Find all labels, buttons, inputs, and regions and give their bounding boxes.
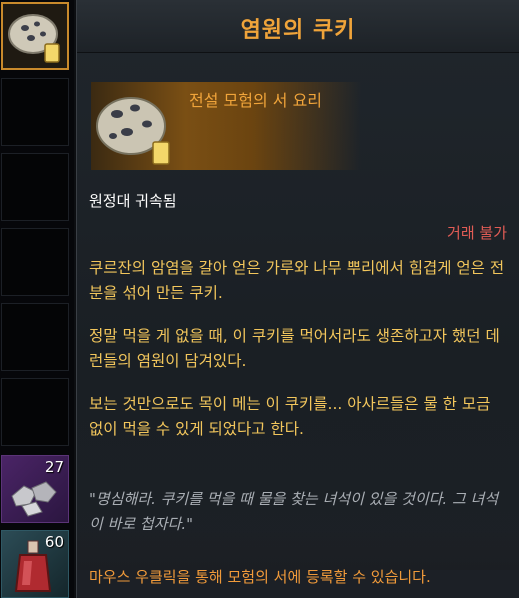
tooltip-title-bar: 염원의 쿠키 <box>77 0 519 53</box>
register-hint: 마우스 우클릭을 통해 모험의 서에 등록할 수 있습니다. <box>89 568 431 586</box>
item-grade: 전설 모험의 서 요리 <box>189 91 323 110</box>
inventory-slot-cookie[interactable] <box>1 2 69 70</box>
item-tooltip: 염원의 쿠키 전설 모험의 서 요리 원정대 귀속됨 거래 불가 쿠르잔의 암염… <box>76 0 519 598</box>
cookie-icon <box>8 14 60 63</box>
description-paragraph: 보는 것만으로도 목이 메는 이 쿠키를... 아사르들은 물 한 모금 없이 … <box>89 395 491 438</box>
trade-status: 거래 불가 <box>447 224 507 242</box>
item-count: 60 <box>44 533 64 551</box>
footer-decoration <box>77 530 519 570</box>
cookie-icon <box>96 97 170 165</box>
inventory-slot-empty[interactable] <box>1 78 69 146</box>
description-paragraph: 쿠르잔의 암염을 갈아 얻은 가루와 나무 뿌리에서 힘겹게 얻은 전분을 섞어… <box>89 259 505 302</box>
inventory-slot-empty[interactable] <box>1 228 69 296</box>
binding-status: 원정대 귀속됨 <box>89 192 177 210</box>
inventory-slot-empty[interactable] <box>1 378 69 446</box>
inventory-slot-ore[interactable]: 27 <box>1 455 69 523</box>
item-description: 쿠르잔의 암염을 갈아 얻은 가루와 나무 뿌리에서 힘겹게 얻은 전분을 섞어… <box>89 256 509 460</box>
item-name: 염원의 쿠키 <box>240 18 356 43</box>
description-paragraph: 정말 먹을 게 없을 때, 이 쿠키를 먹어서라도 생존하고자 했던 데런들의 … <box>89 327 500 370</box>
inventory-slot-empty[interactable] <box>1 303 69 371</box>
inventory-slot-empty[interactable] <box>1 153 69 221</box>
item-count: 27 <box>44 458 64 476</box>
inventory-slot-potion[interactable]: 60 <box>1 530 69 598</box>
inventory-column: 27 60 <box>0 0 74 598</box>
